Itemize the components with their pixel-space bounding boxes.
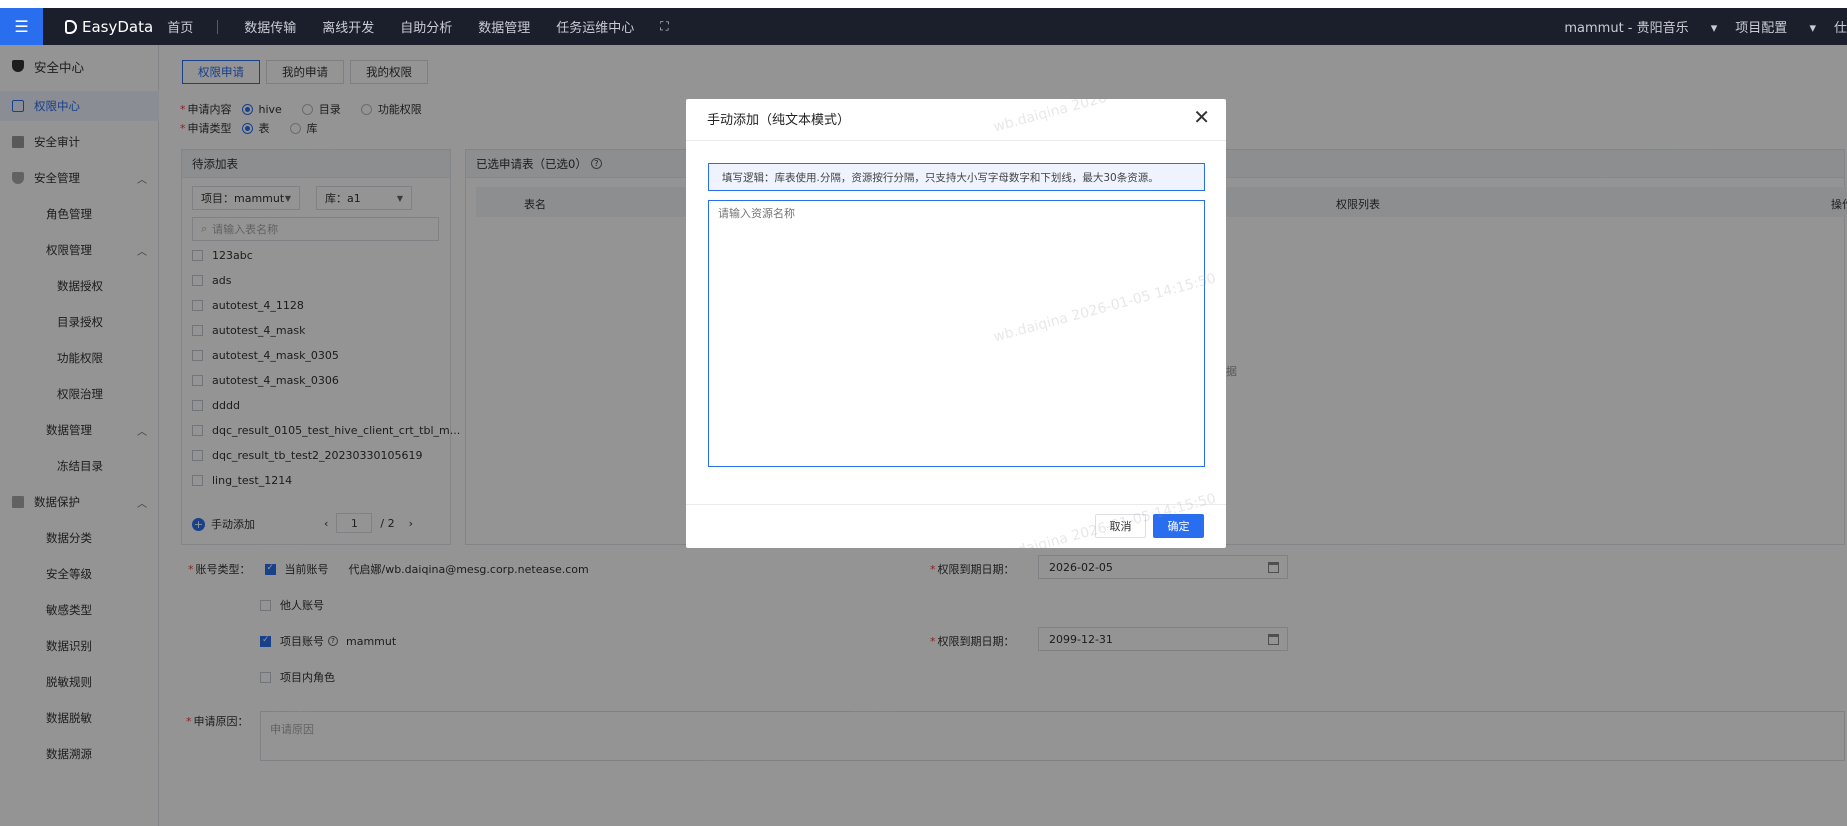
- modal-divider: [686, 140, 1226, 141]
- user-dropdown[interactable]: mammut - 贵阳音乐 ▾: [1564, 17, 1717, 36]
- project-config-dropdown[interactable]: 项目配置 ▾: [1735, 17, 1816, 36]
- cancel-button[interactable]: 取消: [1095, 514, 1146, 538]
- manual-add-modal: 手动添加（纯文本模式） ✕ 填写逻辑：库表使用.分隔，资源按行分隔，只支持大小写…: [686, 99, 1226, 548]
- fill-logic-hint: 填写逻辑：库表使用.分隔，资源按行分隔，只支持大小写字母数字和下划线，最大30条…: [708, 163, 1205, 191]
- logo[interactable]: EasyData: [65, 18, 153, 36]
- close-icon[interactable]: ✕: [1193, 107, 1210, 127]
- logo-icon: [65, 19, 77, 34]
- top-navbar: ☰ EasyData 首页 数据传输 离线开发 自助分析 数据管理 任务运维中心…: [0, 8, 1847, 45]
- nav-ops-center[interactable]: 任务运维中心: [556, 17, 634, 36]
- fullscreen-icon[interactable]: ⛶: [660, 19, 668, 34]
- nav-self-analysis[interactable]: 自助分析: [400, 17, 452, 36]
- nav-home[interactable]: 首页: [167, 17, 193, 36]
- nav-trailing-item[interactable]: 仕: [1834, 17, 1847, 36]
- menu-icon[interactable]: ☰: [0, 8, 43, 45]
- nav-data-transfer[interactable]: 数据传输: [244, 17, 296, 36]
- nav-offline-dev[interactable]: 离线开发: [322, 17, 374, 36]
- resource-name-textarea[interactable]: [708, 200, 1205, 467]
- nav-divider: [217, 19, 219, 34]
- modal-title: 手动添加（纯文本模式）: [707, 113, 851, 128]
- top-strip: [0, 0, 1847, 8]
- confirm-button[interactable]: 确定: [1153, 514, 1204, 538]
- modal-divider: [686, 504, 1226, 505]
- nav-data-management[interactable]: 数据管理: [478, 17, 530, 36]
